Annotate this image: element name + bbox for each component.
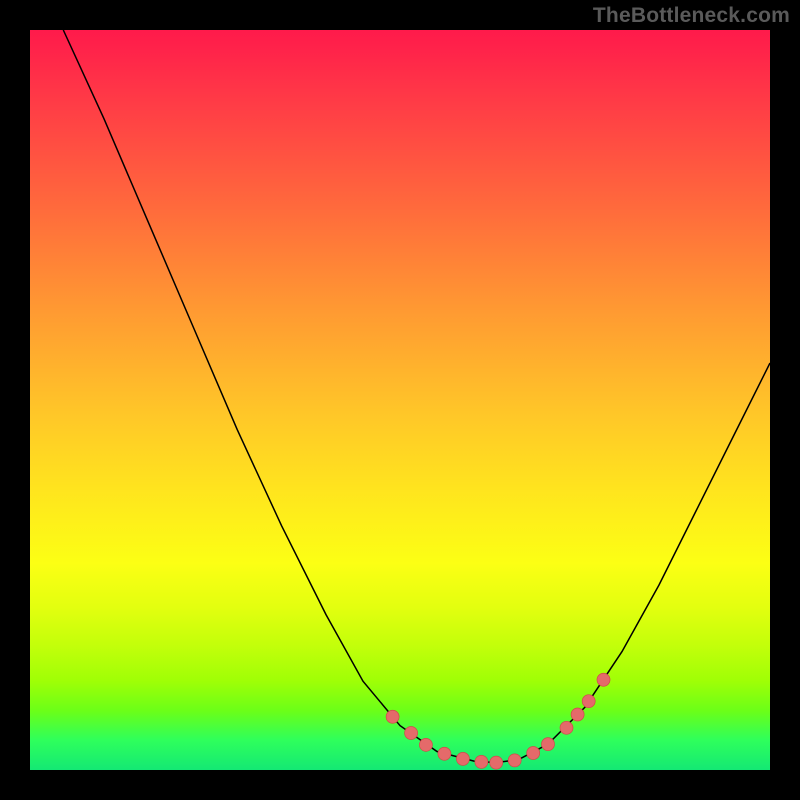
data-marker <box>438 747 451 760</box>
bottleneck-curve <box>63 30 770 763</box>
data-marker <box>508 754 521 767</box>
data-marker <box>456 752 469 765</box>
data-markers <box>386 673 610 769</box>
data-marker <box>419 738 432 751</box>
attribution-text: TheBottleneck.com <box>593 4 790 28</box>
chart-frame: TheBottleneck.com <box>0 0 800 800</box>
data-marker <box>475 755 488 768</box>
chart-overlay <box>30 30 770 770</box>
data-marker <box>582 695 595 708</box>
data-marker <box>542 738 555 751</box>
data-marker <box>490 756 503 769</box>
data-marker <box>527 746 540 759</box>
data-marker <box>597 673 610 686</box>
data-marker <box>571 708 584 721</box>
data-marker <box>405 727 418 740</box>
data-marker <box>386 710 399 723</box>
data-marker <box>560 721 573 734</box>
